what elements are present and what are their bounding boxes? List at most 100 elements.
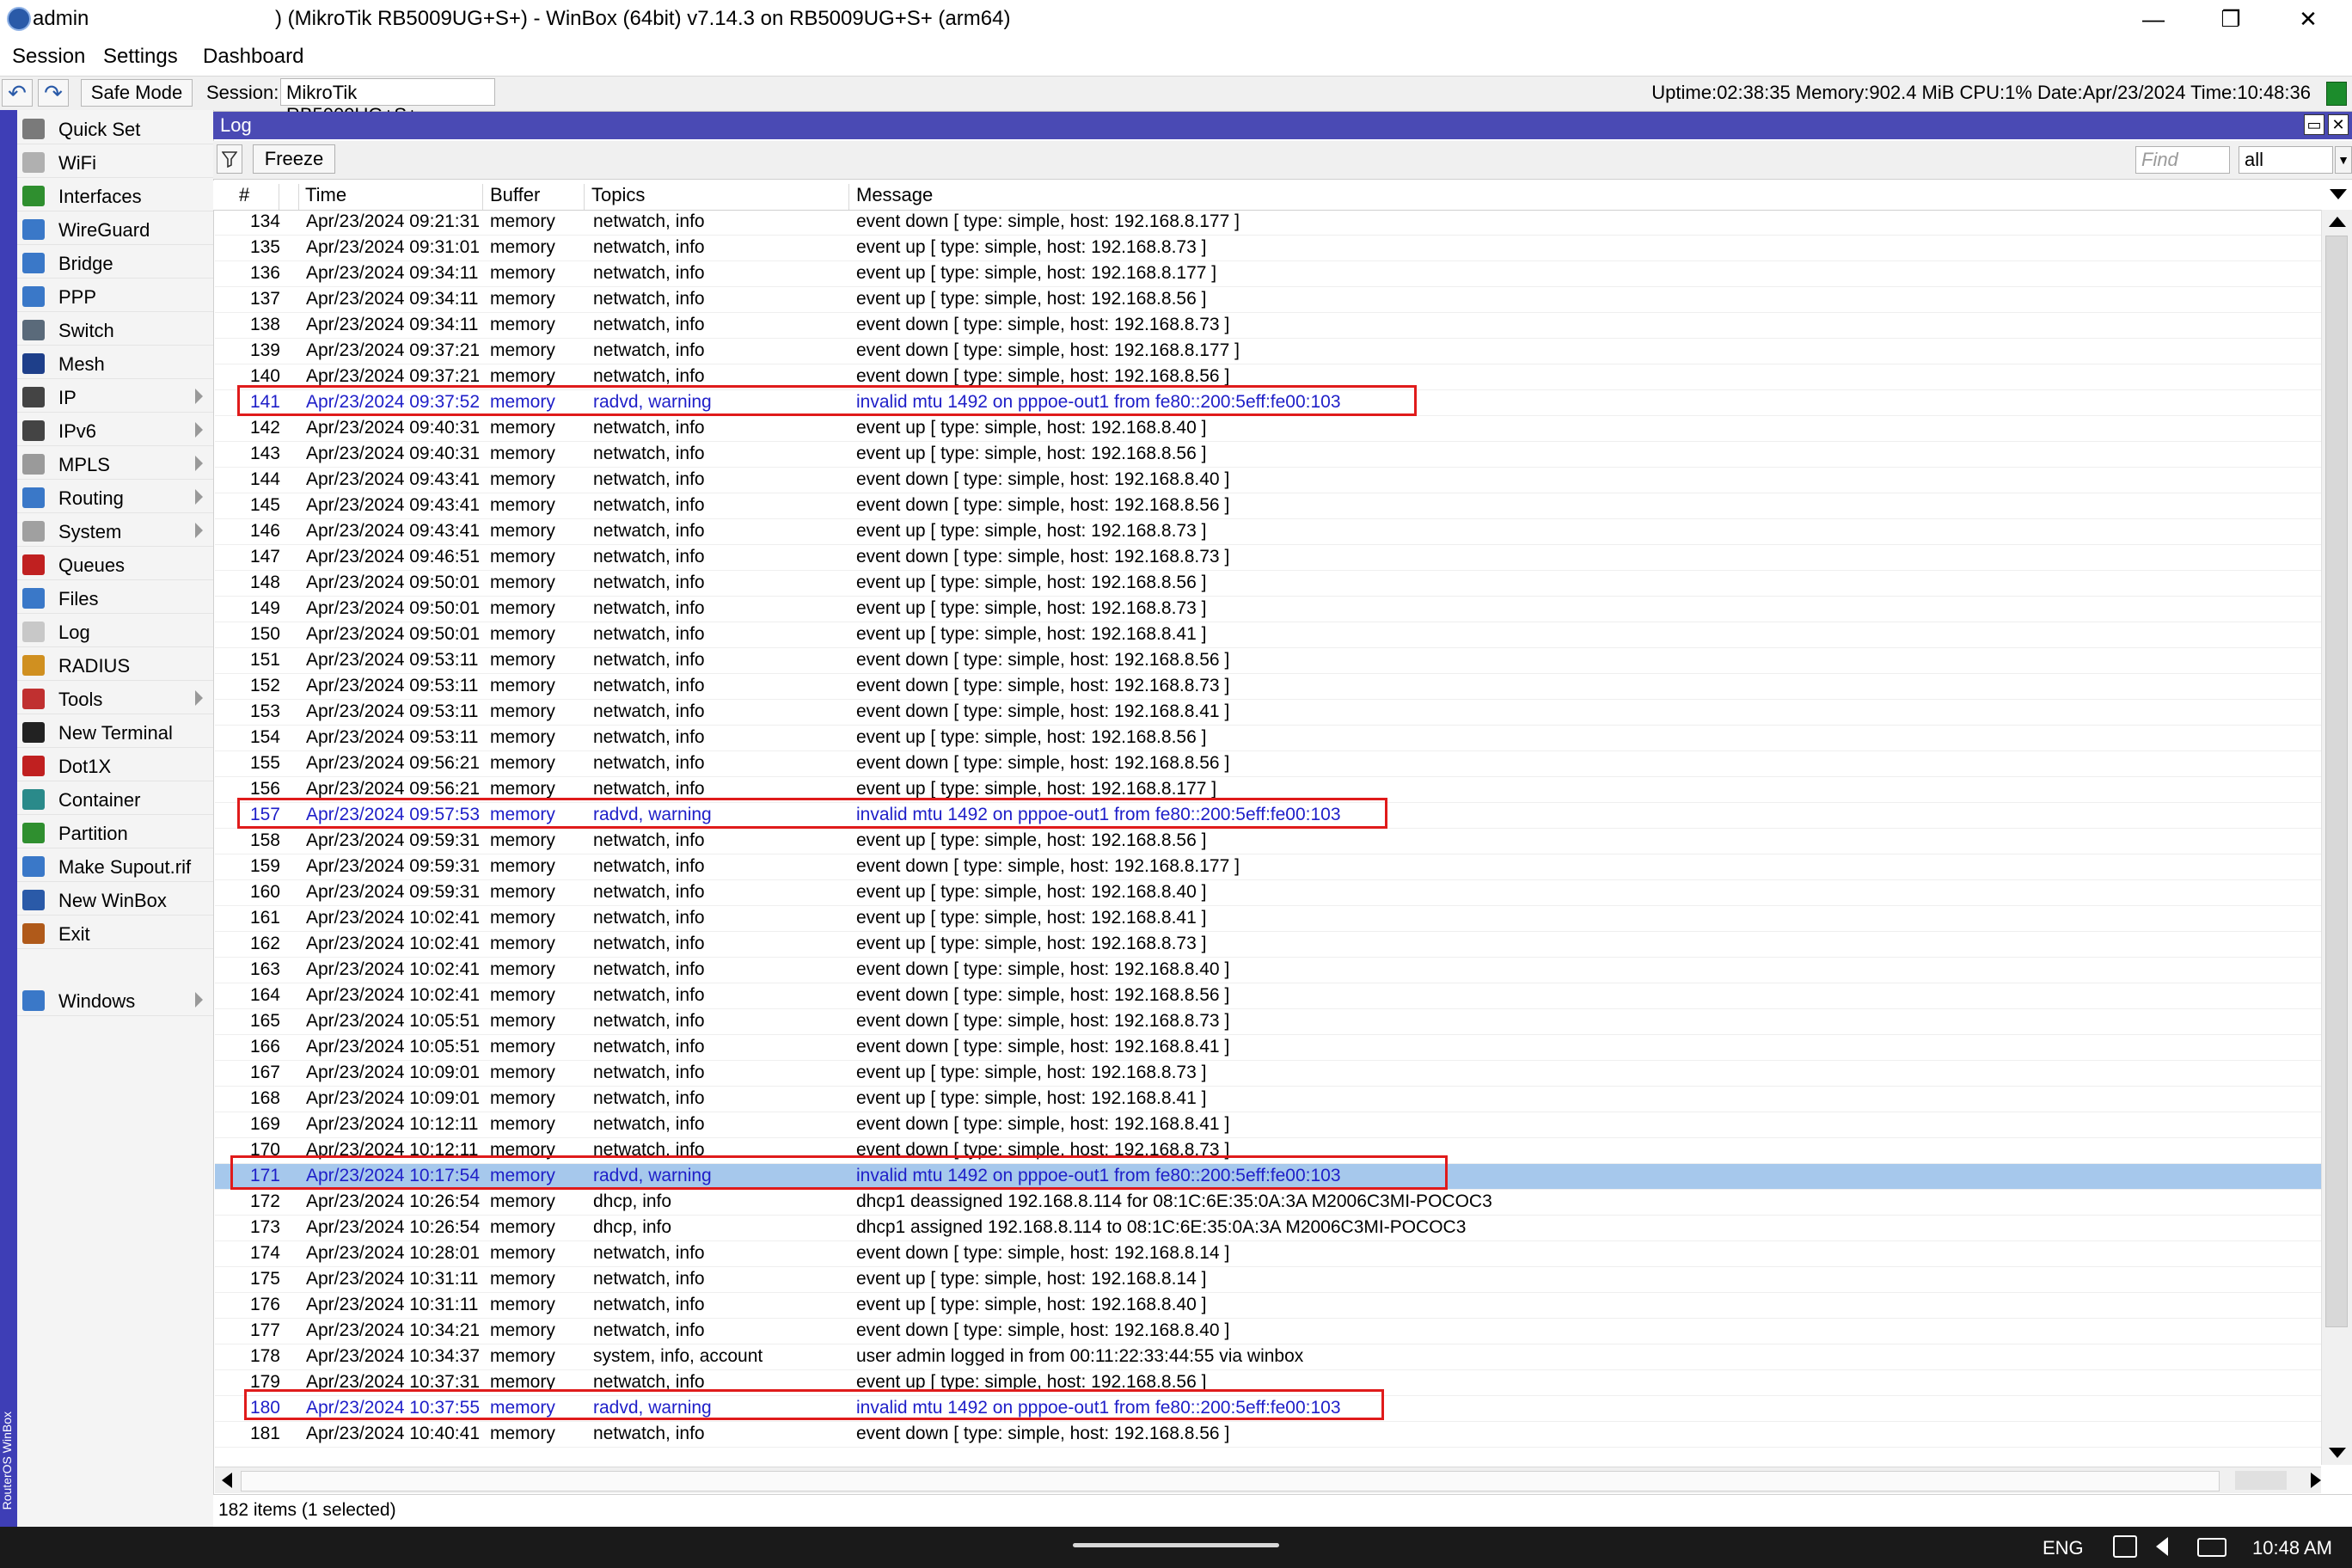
table-row[interactable]: 160 Apr/23/2024 09:59:31 memory netwatch, i… [215,880,2321,906]
undo-icon[interactable]: ↶ [2,79,33,107]
sidebar-item-routing[interactable]: Routing [17,482,213,513]
table-row[interactable]: 171 Apr/23/2024 10:17:54 memory radvd, warn… [215,1164,2321,1190]
table-row[interactable]: 146 Apr/23/2024 09:43:41 memory netwatch, i… [215,519,2321,545]
sidebar-item-quick-set[interactable]: Quick Set [17,113,213,144]
table-row[interactable]: 157 Apr/23/2024 09:57:53 memory radvd, warn… [215,803,2321,829]
table-row[interactable]: 162 Apr/23/2024 10:02:41 memory netwatch, i… [215,932,2321,958]
sidebar-item-windows[interactable]: Windows [17,985,213,1016]
table-row[interactable]: 158 Apr/23/2024 09:59:31 memory netwatch, i… [215,829,2321,854]
chevron-down-icon[interactable]: ▼ [2335,146,2352,174]
table-row[interactable]: 174 Apr/23/2024 10:28:01 memory netwatch, i… [215,1241,2321,1267]
sidebar-item-mpls[interactable]: MPLS [17,449,213,480]
topic-select[interactable]: all [2239,146,2333,174]
table-row[interactable]: 166 Apr/23/2024 10:05:51 memory netwatch, i… [215,1035,2321,1061]
table-row[interactable]: 138 Apr/23/2024 09:34:11 memory netwatch, i… [215,313,2321,339]
find-input[interactable]: Find [2135,146,2230,174]
table-row[interactable]: 135 Apr/23/2024 09:31:01 memory netwatch, i… [215,236,2321,261]
scroll-up-icon[interactable] [2329,217,2346,227]
language-indicator[interactable]: ENG [2043,1537,2084,1559]
table-row[interactable]: 142 Apr/23/2024 09:40:31 memory netwatch, i… [215,416,2321,442]
table-row[interactable]: 161 Apr/23/2024 10:02:41 memory netwatch, i… [215,906,2321,932]
table-row[interactable]: 170 Apr/23/2024 10:12:11 memory netwatch, i… [215,1138,2321,1164]
table-row[interactable]: 137 Apr/23/2024 09:34:11 memory netwatch, i… [215,287,2321,313]
table-row[interactable]: 178 Apr/23/2024 10:34:37 memory system, inf… [215,1344,2321,1370]
clock[interactable]: 10:48 AM [2252,1537,2332,1559]
scroll-thumb[interactable] [2325,236,2348,1327]
sidebar-item-radius[interactable]: RADIUS [17,650,213,681]
horizontal-scrollbar[interactable] [215,1467,2321,1493]
table-row[interactable]: 168 Apr/23/2024 10:09:01 memory netwatch, i… [215,1087,2321,1112]
sidebar-item-ppp[interactable]: PPP [17,281,213,312]
table-row[interactable]: 179 Apr/23/2024 10:37:31 memory netwatch, i… [215,1370,2321,1396]
table-row[interactable]: 175 Apr/23/2024 10:31:11 memory netwatch, i… [215,1267,2321,1293]
sidebar-item-container[interactable]: Container [17,784,213,815]
window-restore-icon[interactable]: ▭ [2304,114,2324,135]
window-close-icon[interactable]: ✕ [2328,114,2349,135]
close-button[interactable]: ✕ [2269,0,2347,38]
home-indicator[interactable] [1073,1543,1279,1547]
sidebar-item-mesh[interactable]: Mesh [17,348,213,379]
table-row[interactable]: 148 Apr/23/2024 09:50:01 memory netwatch, i… [215,571,2321,597]
table-row[interactable]: 141 Apr/23/2024 09:37:52 memory radvd, warn… [215,390,2321,416]
sidebar-item-bridge[interactable]: Bridge [17,248,213,279]
table-row[interactable]: 154 Apr/23/2024 09:53:11 memory netwatch, i… [215,726,2321,751]
scroll-left-icon[interactable] [222,1473,232,1488]
table-row[interactable]: 153 Apr/23/2024 09:53:11 memory netwatch, i… [215,700,2321,726]
sidebar-item-system[interactable]: System [17,516,213,547]
scroll-right-icon[interactable] [2311,1473,2321,1488]
sidebar-item-make-supout-rif[interactable]: Make Supout.rif [17,851,213,882]
sidebar-item-new-terminal[interactable]: New Terminal [17,717,213,748]
network-icon[interactable] [2113,1535,2137,1558]
redo-icon[interactable]: ↷ [38,79,69,107]
table-row[interactable]: 150 Apr/23/2024 09:50:01 memory netwatch, i… [215,622,2321,648]
table-row[interactable]: 139 Apr/23/2024 09:37:21 memory netwatch, i… [215,339,2321,364]
table-row[interactable]: 172 Apr/23/2024 10:26:54 memory dhcp, info d… [215,1190,2321,1216]
restore-button[interactable]: ❐ [2192,0,2269,38]
freeze-button[interactable]: Freeze [253,144,335,174]
table-row[interactable]: 145 Apr/23/2024 09:43:41 memory netwatch, i… [215,493,2321,519]
sidebar-item-wireguard[interactable]: WireGuard [17,214,213,245]
menu-dashboard[interactable]: Dashboard [203,45,303,69]
sidebar-item-wifi[interactable]: WiFi [17,147,213,178]
table-row[interactable]: 155 Apr/23/2024 09:56:21 memory netwatch, i… [215,751,2321,777]
table-row[interactable]: 173 Apr/23/2024 10:26:54 memory dhcp, info d… [215,1216,2321,1241]
sidebar-item-exit[interactable]: Exit [17,918,213,949]
hscroll-thumb[interactable] [241,1471,2220,1491]
table-row[interactable]: 134 Apr/23/2024 09:21:31 memory netwatch, i… [215,210,2321,236]
table-row[interactable]: 143 Apr/23/2024 09:40:31 memory netwatch, i… [215,442,2321,468]
menu-settings[interactable]: Settings [103,45,178,69]
table-row[interactable]: 136 Apr/23/2024 09:34:11 memory netwatch, i… [215,261,2321,287]
table-row[interactable]: 181 Apr/23/2024 10:40:41 memory netwatch, i… [215,1422,2321,1448]
table-row[interactable]: 151 Apr/23/2024 09:53:11 memory netwatch, i… [215,648,2321,674]
sidebar-item-ipv6[interactable]: IPv6 [17,415,213,446]
battery-icon[interactable] [2197,1538,2226,1557]
table-row[interactable]: 180 Apr/23/2024 10:37:55 memory radvd, warn… [215,1396,2321,1422]
table-row[interactable]: 159 Apr/23/2024 09:59:31 memory netwatch, i… [215,854,2321,880]
menu-session[interactable]: Session [12,45,85,69]
table-row[interactable]: 176 Apr/23/2024 10:31:11 memory netwatch, i… [215,1293,2321,1319]
sidebar-item-files[interactable]: Files [17,583,213,614]
table-row[interactable]: 164 Apr/23/2024 10:02:41 memory netwatch, i… [215,983,2321,1009]
table-row[interactable]: 156 Apr/23/2024 09:56:21 memory netwatch, i… [215,777,2321,803]
table-row[interactable]: 144 Apr/23/2024 09:43:41 memory netwatch, i… [215,468,2321,493]
table-row[interactable]: 140 Apr/23/2024 09:37:21 memory netwatch, i… [215,364,2321,390]
table-row[interactable]: 165 Apr/23/2024 10:05:51 memory netwatch, i… [215,1009,2321,1035]
vertical-scrollbar[interactable] [2321,210,2352,1465]
sidebar-item-tools[interactable]: Tools [17,683,213,714]
table-row[interactable]: 167 Apr/23/2024 10:09:01 memory netwatch, i… [215,1061,2321,1087]
column-time[interactable]: Time [279,184,483,210]
sidebar-item-partition[interactable]: Partition [17,818,213,848]
table-row[interactable]: 152 Apr/23/2024 09:53:11 memory netwatch, i… [215,674,2321,700]
column-message[interactable]: Message [849,184,2352,210]
safe-mode-button[interactable]: Safe Mode [81,79,193,107]
table-row[interactable]: 147 Apr/23/2024 09:46:51 memory netwatch, i… [215,545,2321,571]
sidebar-item-interfaces[interactable]: Interfaces [17,181,213,211]
sidebar-item-log[interactable]: Log [17,616,213,647]
sidebar-item-queues[interactable]: Queues [17,549,213,580]
sidebar-item-switch[interactable]: Switch [17,315,213,346]
filter-icon[interactable] [217,144,242,174]
volume-icon[interactable] [2156,1537,2168,1556]
sidebar-item-dot1x[interactable]: Dot1X [17,750,213,781]
sidebar-item-new-winbox[interactable]: New WinBox [17,885,213,916]
table-row[interactable]: 177 Apr/23/2024 10:34:21 memory netwatch, i… [215,1319,2321,1344]
